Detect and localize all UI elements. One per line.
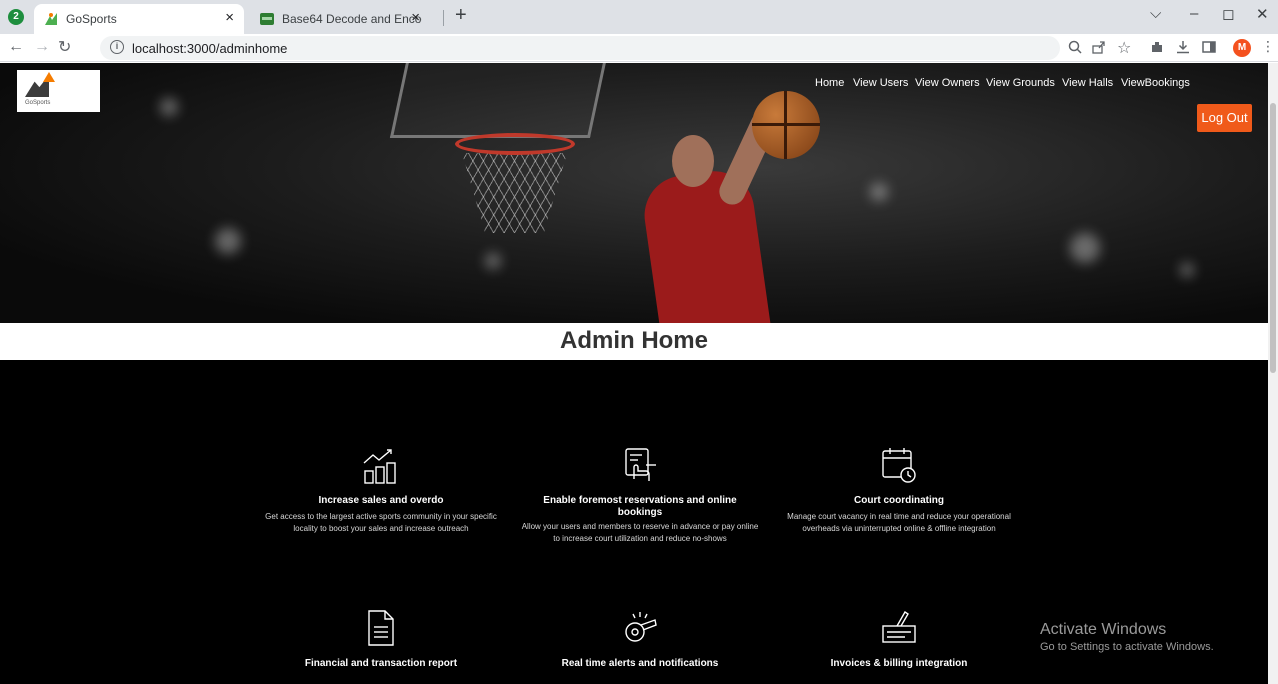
nav-view-bookings[interactable]: ViewBookings xyxy=(1121,77,1190,89)
arena-light xyxy=(160,98,178,116)
tab-search-chevron-icon[interactable]: ⌵ xyxy=(1150,5,1161,22)
tab-title: Base64 Decode and Encode - Online xyxy=(282,12,422,26)
tab-separator xyxy=(443,10,444,26)
feature-description: Manage court vacancy in real time and re… xyxy=(787,512,1011,533)
basketball-graphic xyxy=(752,91,820,159)
browser-window: 2 GoSports × Base64 Decode and Encode - … xyxy=(0,0,1278,684)
browser-menu-icon[interactable]: ⋮ xyxy=(1261,38,1275,55)
extensions-icon[interactable] xyxy=(1150,40,1164,54)
logo-text: GoSports xyxy=(25,100,51,106)
nav-view-users[interactable]: View Users xyxy=(853,77,908,89)
forward-icon[interactable]: → xyxy=(34,38,50,56)
base64-favicon-icon xyxy=(260,13,274,25)
download-icon[interactable] xyxy=(1176,40,1190,54)
feature-description: Allow your users and members to reserve … xyxy=(521,522,759,543)
nav-view-owners[interactable]: View Owners xyxy=(915,77,980,89)
hoop-rim-graphic xyxy=(455,133,575,155)
profile-avatar[interactable]: M xyxy=(1233,39,1251,57)
chart-growth-icon xyxy=(363,449,396,484)
arena-light xyxy=(485,253,501,269)
nav-home[interactable]: Home xyxy=(815,77,844,89)
feature-description: Get access to the largest active sports … xyxy=(265,512,497,533)
nav-view-halls[interactable]: View Halls xyxy=(1062,77,1113,89)
zoom-icon[interactable] xyxy=(1068,40,1082,54)
minimize-icon[interactable]: – xyxy=(1190,5,1198,22)
feature-title: Enable foremost reservations and online … xyxy=(543,495,737,518)
tab-group-badge[interactable]: 2 xyxy=(8,9,24,25)
logo-peak-icon xyxy=(43,72,55,82)
feature-title: Court coordinating xyxy=(854,495,944,506)
report-document-icon xyxy=(368,610,394,646)
browser-toolbar: ← → ↻ i localhost:3000/adminhome ☆ M ⋮ xyxy=(0,34,1278,62)
player-graphic xyxy=(639,166,771,323)
tab-base64[interactable]: Base64 Decode and Encode - Online × xyxy=(250,4,430,34)
feature-title: Financial and transaction report xyxy=(304,658,458,669)
bookmark-star-icon[interactable]: ☆ xyxy=(1117,38,1131,58)
activate-windows-watermark: Activate Windows Go to Settings to activ… xyxy=(1040,621,1214,653)
activate-title: Activate Windows xyxy=(1040,621,1167,638)
nav-view-grounds[interactable]: View Grounds xyxy=(986,77,1055,89)
address-bar[interactable]: i localhost:3000/adminhome xyxy=(100,36,1060,60)
new-tab-icon[interactable]: + xyxy=(455,4,467,27)
close-window-icon[interactable]: ✕ xyxy=(1256,5,1269,23)
feature-title: Increase sales and overdo xyxy=(318,495,444,506)
feature-title: Real time alerts and notifications xyxy=(561,658,719,669)
arena-light xyxy=(870,183,888,201)
online-booking-icon xyxy=(625,448,656,481)
scrollbar-thumb[interactable] xyxy=(1270,103,1276,373)
share-icon[interactable] xyxy=(1092,40,1106,54)
arena-light xyxy=(215,228,241,254)
player-head-graphic xyxy=(672,135,714,187)
site-logo[interactable]: GoSports xyxy=(17,70,100,112)
url-text[interactable]: localhost:3000/adminhome xyxy=(132,41,287,56)
page-title-bar: Admin Home xyxy=(0,323,1268,360)
page-viewport: GoSports Home View Users View Owners Vie… xyxy=(0,63,1268,684)
calendar-clock-icon xyxy=(882,448,916,483)
back-icon[interactable]: ← xyxy=(8,38,24,56)
backboard-graphic xyxy=(389,63,611,138)
page-scrollbar[interactable] xyxy=(1268,63,1278,684)
activate-subtitle: Go to Settings to activate Windows. xyxy=(1040,641,1214,653)
whistle-icon xyxy=(625,612,657,642)
reload-icon[interactable]: ↻ xyxy=(58,37,71,57)
arena-light xyxy=(1070,233,1100,263)
gosports-favicon-icon xyxy=(45,13,57,25)
logout-button[interactable]: Log Out xyxy=(1197,104,1252,132)
invoice-billing-icon xyxy=(882,611,916,643)
page-title: Admin Home xyxy=(559,327,708,354)
arena-light xyxy=(1180,263,1194,277)
maximize-icon[interactable]: ◻ xyxy=(1222,5,1234,23)
hero-banner: GoSports Home View Users View Owners Vie… xyxy=(0,63,1268,323)
tab-gosports[interactable]: GoSports × xyxy=(34,4,244,34)
side-panel-icon[interactable] xyxy=(1202,40,1216,54)
tab-title: GoSports xyxy=(66,12,117,26)
tab-strip: 2 GoSports × Base64 Decode and Encode - … xyxy=(0,0,1278,34)
close-tab-icon[interactable]: × xyxy=(225,9,234,26)
basketball-net-graphic xyxy=(462,153,567,233)
site-info-icon[interactable]: i xyxy=(110,40,124,54)
feature-title: Invoices & billing integration xyxy=(830,658,968,669)
close-tab-icon[interactable]: × xyxy=(411,9,420,26)
